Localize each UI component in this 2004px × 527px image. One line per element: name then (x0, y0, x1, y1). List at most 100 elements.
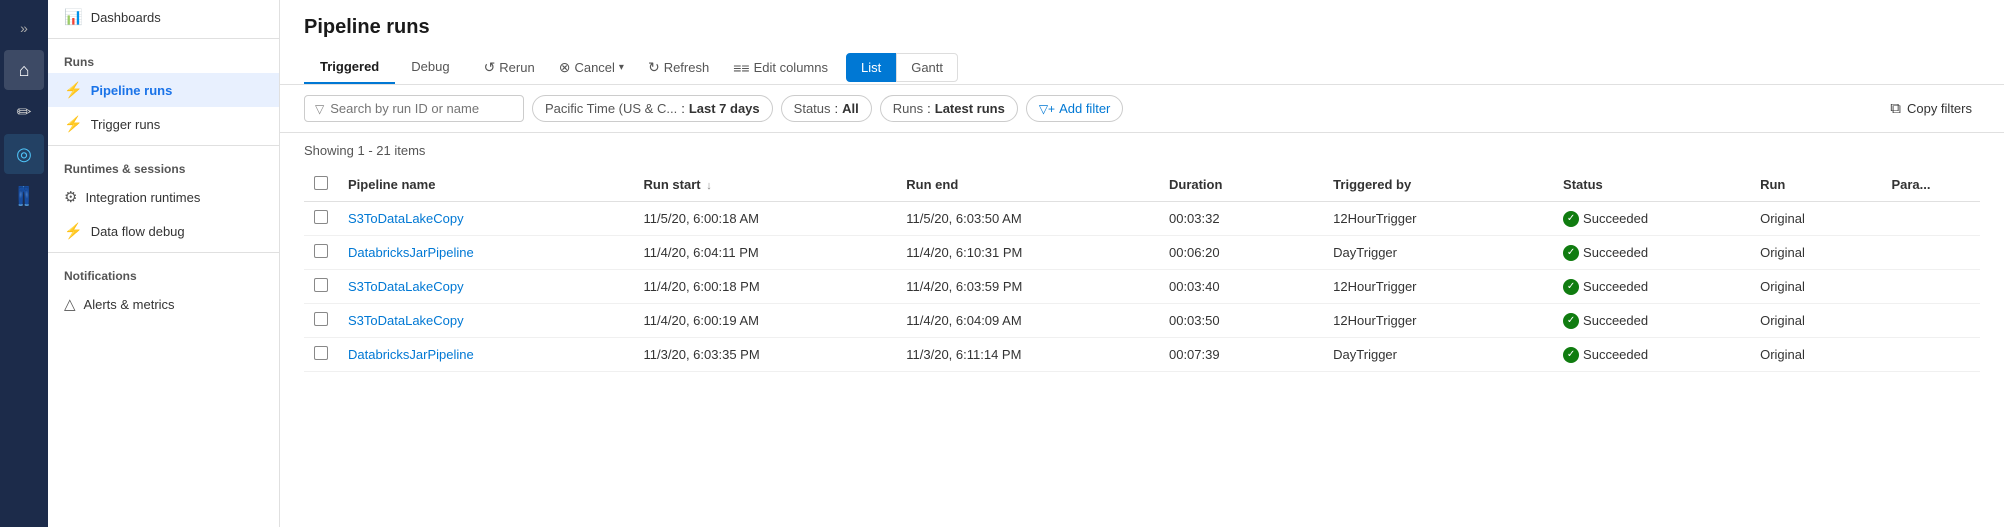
nav-panel: 📊 Dashboards Runs ⚡ Pipeline runs ⚡ Trig… (48, 0, 280, 527)
cancel-dropdown-icon[interactable]: ▾ (619, 62, 624, 73)
refresh-button[interactable]: ↻ Refresh (638, 53, 719, 82)
pipeline-name-cell-4[interactable]: DatabricksJarPipeline (338, 338, 634, 372)
run-start-cell-3: 11/4/20, 6:00:19 AM (634, 304, 897, 338)
runtimes-section-header: Runtimes & sessions (48, 150, 279, 180)
pipeline-runs-label: Pipeline runs (91, 83, 173, 98)
edit-columns-icon: ≡≡ (733, 60, 749, 76)
select-all-checkbox[interactable] (314, 176, 328, 190)
run-end-cell-3: 11/4/20, 6:04:09 AM (896, 304, 1159, 338)
data-flow-debug-label: Data flow debug (91, 224, 185, 239)
triggered-by-cell-0: 12HourTrigger (1323, 202, 1553, 236)
duration-cell-0: 00:03:32 (1159, 202, 1323, 236)
collapse-icon[interactable]: » (4, 8, 44, 48)
status-col-header[interactable]: Status (1553, 168, 1750, 202)
sidebar-item-trigger-runs[interactable]: ⚡ Trigger runs (48, 107, 279, 141)
run-end-cell-0: 11/5/20, 6:03:50 AM (896, 202, 1159, 236)
edit-columns-button[interactable]: ≡≡ Edit columns (723, 54, 838, 82)
table-row: DatabricksJarPipeline 11/3/20, 6:03:35 P… (304, 338, 1980, 372)
run-end-col-header[interactable]: Run end (896, 168, 1159, 202)
rerun-button[interactable]: ↺ Rerun (474, 53, 545, 82)
status-filter-value: All (842, 101, 859, 116)
integration-runtimes-label: Integration runtimes (85, 190, 200, 205)
add-filter-label: Add filter (1059, 101, 1110, 116)
time-filter-button[interactable]: Pacific Time (US & C... : Last 7 days (532, 95, 773, 122)
manage-icon[interactable]: 👖 (4, 176, 44, 216)
rerun-label: Rerun (499, 60, 534, 75)
pipeline-runs-icon: ⚡ (64, 81, 83, 99)
para-cell-4 (1881, 338, 1980, 372)
integration-runtimes-icon: ⚙ (64, 188, 77, 206)
status-filter-prefix: Status (794, 101, 831, 116)
copy-filters-button[interactable]: ⧉ Copy filters (1882, 95, 1980, 122)
row-checkbox-2[interactable] (314, 278, 328, 292)
cancel-button[interactable]: ⊗ Cancel ▾ (549, 53, 634, 82)
trigger-runs-label: Trigger runs (91, 117, 161, 132)
row-checkbox-4[interactable] (314, 346, 328, 360)
nav-divider-3 (48, 252, 279, 253)
sidebar-item-integration-runtimes[interactable]: ⚙ Integration runtimes (48, 180, 279, 214)
triggered-tab[interactable]: Triggered (304, 51, 395, 84)
search-input[interactable] (330, 101, 510, 116)
home-icon[interactable]: ⌂ (4, 50, 44, 90)
duration-cell-2: 00:03:40 (1159, 270, 1323, 304)
run-end-col-label: Run end (906, 177, 958, 192)
notifications-section-header: Notifications (48, 257, 279, 287)
status-cell-4: ✓ Succeeded (1553, 338, 1750, 372)
search-box[interactable]: ▽ (304, 95, 524, 122)
gantt-view-button[interactable]: Gantt (896, 53, 958, 82)
run-start-cell-4: 11/3/20, 6:03:35 PM (634, 338, 897, 372)
pipeline-name-col-header[interactable]: Pipeline name (338, 168, 634, 202)
table-body: S3ToDataLakeCopy 11/5/20, 6:00:18 AM 11/… (304, 202, 1980, 372)
run-col-header[interactable]: Run (1750, 168, 1881, 202)
pipeline-name-cell-3[interactable]: S3ToDataLakeCopy (338, 304, 634, 338)
alerts-metrics-label: Alerts & metrics (84, 297, 175, 312)
sidebar-item-dashboards[interactable]: 📊 Dashboards (48, 0, 279, 34)
para-col-header[interactable]: Para... (1881, 168, 1980, 202)
para-cell-0 (1881, 202, 1980, 236)
run-col-label: Run (1760, 177, 1785, 192)
duration-cell-4: 00:07:39 (1159, 338, 1323, 372)
duration-col-header[interactable]: Duration (1159, 168, 1323, 202)
runs-filter-button[interactable]: Runs : Latest runs (880, 95, 1018, 122)
edit-icon[interactable]: ✏ (4, 92, 44, 132)
add-filter-button[interactable]: ▽+ Add filter (1026, 95, 1124, 122)
pipeline-name-cell-2[interactable]: S3ToDataLakeCopy (338, 270, 634, 304)
sidebar-item-alerts-metrics[interactable]: △ Alerts & metrics (48, 287, 279, 321)
sidebar-item-pipeline-runs[interactable]: ⚡ Pipeline runs (48, 73, 279, 107)
status-label-4: Succeeded (1583, 347, 1648, 362)
list-view-button[interactable]: List (846, 53, 896, 82)
run-end-cell-2: 11/4/20, 6:03:59 PM (896, 270, 1159, 304)
status-dot-2: ✓ (1563, 279, 1579, 295)
pipeline-name-cell-0[interactable]: S3ToDataLakeCopy (338, 202, 634, 236)
run-start-cell-2: 11/4/20, 6:00:18 PM (634, 270, 897, 304)
status-label-1: Succeeded (1583, 245, 1648, 260)
run-start-col-header[interactable]: Run start ↓ (634, 168, 897, 202)
alerts-metrics-icon: △ (64, 295, 76, 313)
table-header: Pipeline name Run start ↓ Run end Durati… (304, 168, 1980, 202)
pipeline-name-cell-1[interactable]: DatabricksJarPipeline (338, 236, 634, 270)
monitor-icon[interactable]: ◎ (4, 134, 44, 174)
triggered-by-cell-4: DayTrigger (1323, 338, 1553, 372)
row-checkbox-1[interactable] (314, 244, 328, 258)
para-cell-2 (1881, 270, 1980, 304)
status-cell-1: ✓ Succeeded (1553, 236, 1750, 270)
edit-columns-label: Edit columns (754, 60, 828, 75)
status-cell-3: ✓ Succeeded (1553, 304, 1750, 338)
run-cell-4: Original (1750, 338, 1881, 372)
status-filter-button[interactable]: Status : All (781, 95, 872, 122)
row-checkbox-0[interactable] (314, 210, 328, 224)
copy-filters-label: Copy filters (1907, 101, 1972, 116)
run-start-cell-1: 11/4/20, 6:04:11 PM (634, 236, 897, 270)
row-checkbox-cell (304, 270, 338, 304)
debug-tab[interactable]: Debug (395, 51, 465, 84)
refresh-icon: ↻ (648, 59, 660, 76)
pipeline-name-col-label: Pipeline name (348, 177, 435, 192)
run-start-cell-0: 11/5/20, 6:00:18 AM (634, 202, 897, 236)
sidebar-item-data-flow-debug[interactable]: ⚡ Data flow debug (48, 214, 279, 248)
row-checkbox-3[interactable] (314, 312, 328, 326)
triggered-by-col-label: Triggered by (1333, 177, 1411, 192)
status-dot-0: ✓ (1563, 211, 1579, 227)
triggered-by-col-header[interactable]: Triggered by (1323, 168, 1553, 202)
status-dot-1: ✓ (1563, 245, 1579, 261)
duration-cell-1: 00:06:20 (1159, 236, 1323, 270)
